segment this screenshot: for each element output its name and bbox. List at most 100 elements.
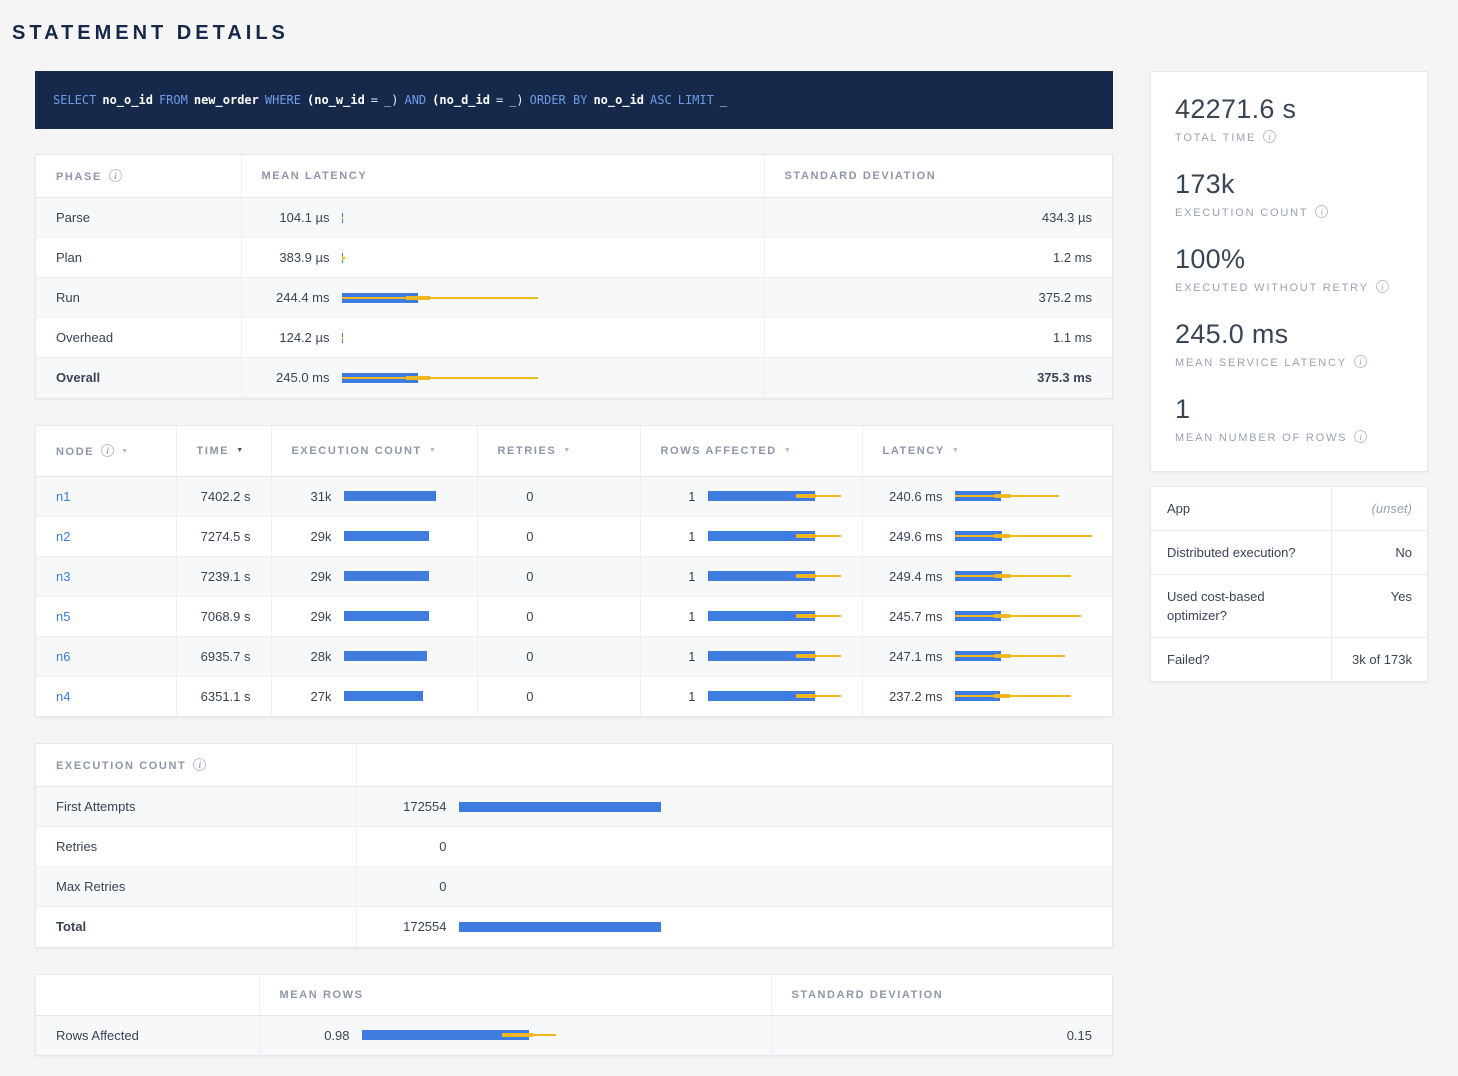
phase-row-overall: Overall 245.0 ms 375.3 ms: [36, 358, 1112, 398]
stat-label: EXECUTED WITHOUT RETRY: [1175, 280, 1403, 294]
stddev-marker: [796, 694, 816, 698]
exec-row-total: Total 172554: [36, 907, 1112, 947]
column-header-mean-rows: MEAN ROWS: [259, 975, 771, 1016]
rows-affected-bar-chart: [708, 530, 842, 542]
stddev-line: [342, 297, 539, 299]
column-header-label: EXECUTION COUNT: [292, 445, 422, 457]
sql-identifier: no_o_id: [102, 93, 153, 107]
rows-affected-bar-chart: [708, 490, 842, 502]
column-header-execution-count[interactable]: EXECUTION COUNT: [271, 426, 477, 477]
count-bar: [344, 531, 430, 541]
column-header-rows-affected[interactable]: ROWS AFFECTED: [640, 426, 862, 477]
mean-latency-value: 245.0 ms: [262, 370, 330, 385]
rows-affected-bar-chart: [708, 650, 842, 662]
info-icon[interactable]: [1354, 430, 1367, 443]
execution-count-header-row: EXECUTION COUNT: [36, 744, 1112, 787]
stddev-marker: [796, 574, 816, 578]
column-header-blank: [356, 744, 1112, 787]
retries-value: 0: [498, 529, 534, 544]
node-link[interactable]: n2: [56, 529, 70, 544]
node-link[interactable]: n1: [56, 489, 70, 504]
rows-affected-value: 1: [661, 649, 696, 664]
rows-affected-value: 1: [661, 529, 696, 544]
exec-count-cell: 0: [356, 867, 1112, 907]
sql-placeholder: _): [509, 93, 523, 107]
latency-cell: 247.1 ms: [862, 636, 1112, 676]
summary-card: 42271.6 s TOTAL TIME 173k EXECUTION COUN…: [1150, 71, 1428, 472]
column-header-time[interactable]: TIME: [176, 426, 271, 477]
detail-row-distributed-execution: Distributed execution? No: [1151, 531, 1427, 575]
latency-cell: 249.4 ms: [862, 556, 1112, 596]
node-link[interactable]: n3: [56, 569, 70, 584]
stat-label-text: MEAN NUMBER OF ROWS: [1175, 432, 1347, 444]
exec-row-first-attempts: First Attempts 172554: [36, 787, 1112, 827]
info-icon[interactable]: [1315, 205, 1328, 218]
execution-count-value: 27k: [292, 689, 332, 704]
mean-latency-value: 104.1 µs: [262, 210, 330, 225]
sql-keyword: ASC: [650, 93, 672, 107]
latency-bar-chart: [342, 252, 744, 264]
stddev-value: 1.2 ms: [764, 238, 1112, 278]
latency-bar-chart: [955, 490, 1093, 502]
execution-count-bar-chart: [344, 570, 457, 582]
rows-affected-bar-chart: [708, 570, 842, 582]
latency-bar-chart: [955, 570, 1093, 582]
sql-keyword: SELECT: [53, 93, 96, 107]
sql-keyword: WHERE: [265, 93, 301, 107]
stddev-line: [955, 615, 1082, 617]
column-header-latency[interactable]: LATENCY: [862, 426, 1112, 477]
sort-arrow-icon: [236, 447, 243, 454]
stat-value: 173k: [1175, 169, 1403, 200]
detail-value: No: [1331, 531, 1427, 574]
sql-keyword: ORDER BY: [530, 93, 588, 107]
exec-count-cell: 172554: [356, 787, 1112, 827]
info-icon[interactable]: [109, 169, 122, 182]
latency-cell: 249.6 ms: [862, 516, 1112, 556]
rows-affected-cell: 1: [640, 596, 862, 636]
execution-count-value: 28k: [292, 649, 332, 664]
phase-label: Plan: [36, 238, 241, 278]
column-header-label: RETRIES: [498, 445, 557, 457]
stat-label-text: MEAN SERVICE LATENCY: [1175, 357, 1347, 369]
stddev-line: [955, 695, 1072, 697]
stddev-value: 0.15: [771, 1015, 1112, 1055]
node-link[interactable]: n5: [56, 609, 70, 624]
latency-cell: 237.2 ms: [862, 676, 1112, 716]
exec-row-label: Max Retries: [36, 867, 356, 907]
info-icon[interactable]: [193, 758, 206, 771]
latency-cell: 240.6 ms: [862, 476, 1112, 516]
rows-affected-table: MEAN ROWS STANDARD DEVIATION Rows Affect…: [36, 975, 1112, 1056]
column-header-label: ROWS AFFECTED: [661, 445, 777, 457]
phase-table-header-row: PHASE MEAN LATENCY STANDARD DEVIATION: [36, 155, 1112, 198]
latency-value: 237.2 ms: [883, 689, 943, 704]
node-row: n4 6351.1 s 27k 0 1 237.2 ms: [36, 676, 1112, 716]
count-bar: [459, 802, 662, 812]
node-row: n1 7402.2 s 31k 0 1 240.6 ms: [36, 476, 1112, 516]
detail-label: Distributed execution?: [1151, 531, 1331, 574]
retries-cell: 0: [477, 476, 640, 516]
main-column: SELECTno_o_idFROMnew_orderWHERE(no_w_id=…: [35, 71, 1113, 1056]
column-header-node[interactable]: NODE: [36, 426, 176, 477]
info-icon[interactable]: [1376, 280, 1389, 293]
info-icon[interactable]: [1263, 130, 1276, 143]
latency-cell: 245.7 ms: [862, 596, 1112, 636]
column-header-label: NODE: [56, 446, 94, 458]
stddev-marker: [994, 534, 1009, 538]
detail-value: (unset): [1331, 487, 1427, 530]
sort-arrow-icon: [429, 447, 436, 454]
info-icon[interactable]: [101, 444, 114, 457]
column-header-label: LATENCY: [883, 445, 945, 457]
latency-bar-chart: [955, 530, 1093, 542]
rows-affected-cell: 1: [640, 556, 862, 596]
info-icon[interactable]: [1354, 355, 1367, 368]
detail-row-cost-based-optimizer: Used cost-based optimizer? Yes: [1151, 575, 1427, 638]
retries-value: 0: [498, 569, 534, 584]
rows-affected-value: 1: [661, 569, 696, 584]
sort-arrow-icon: [952, 447, 959, 454]
stddev-marker: [994, 614, 1009, 618]
execution-count-table: EXECUTION COUNT First Attempts 172554 Re…: [36, 744, 1112, 947]
phase-label: Overhead: [36, 318, 241, 358]
node-link[interactable]: n4: [56, 689, 70, 704]
node-link[interactable]: n6: [56, 649, 70, 664]
column-header-retries[interactable]: RETRIES: [477, 426, 640, 477]
